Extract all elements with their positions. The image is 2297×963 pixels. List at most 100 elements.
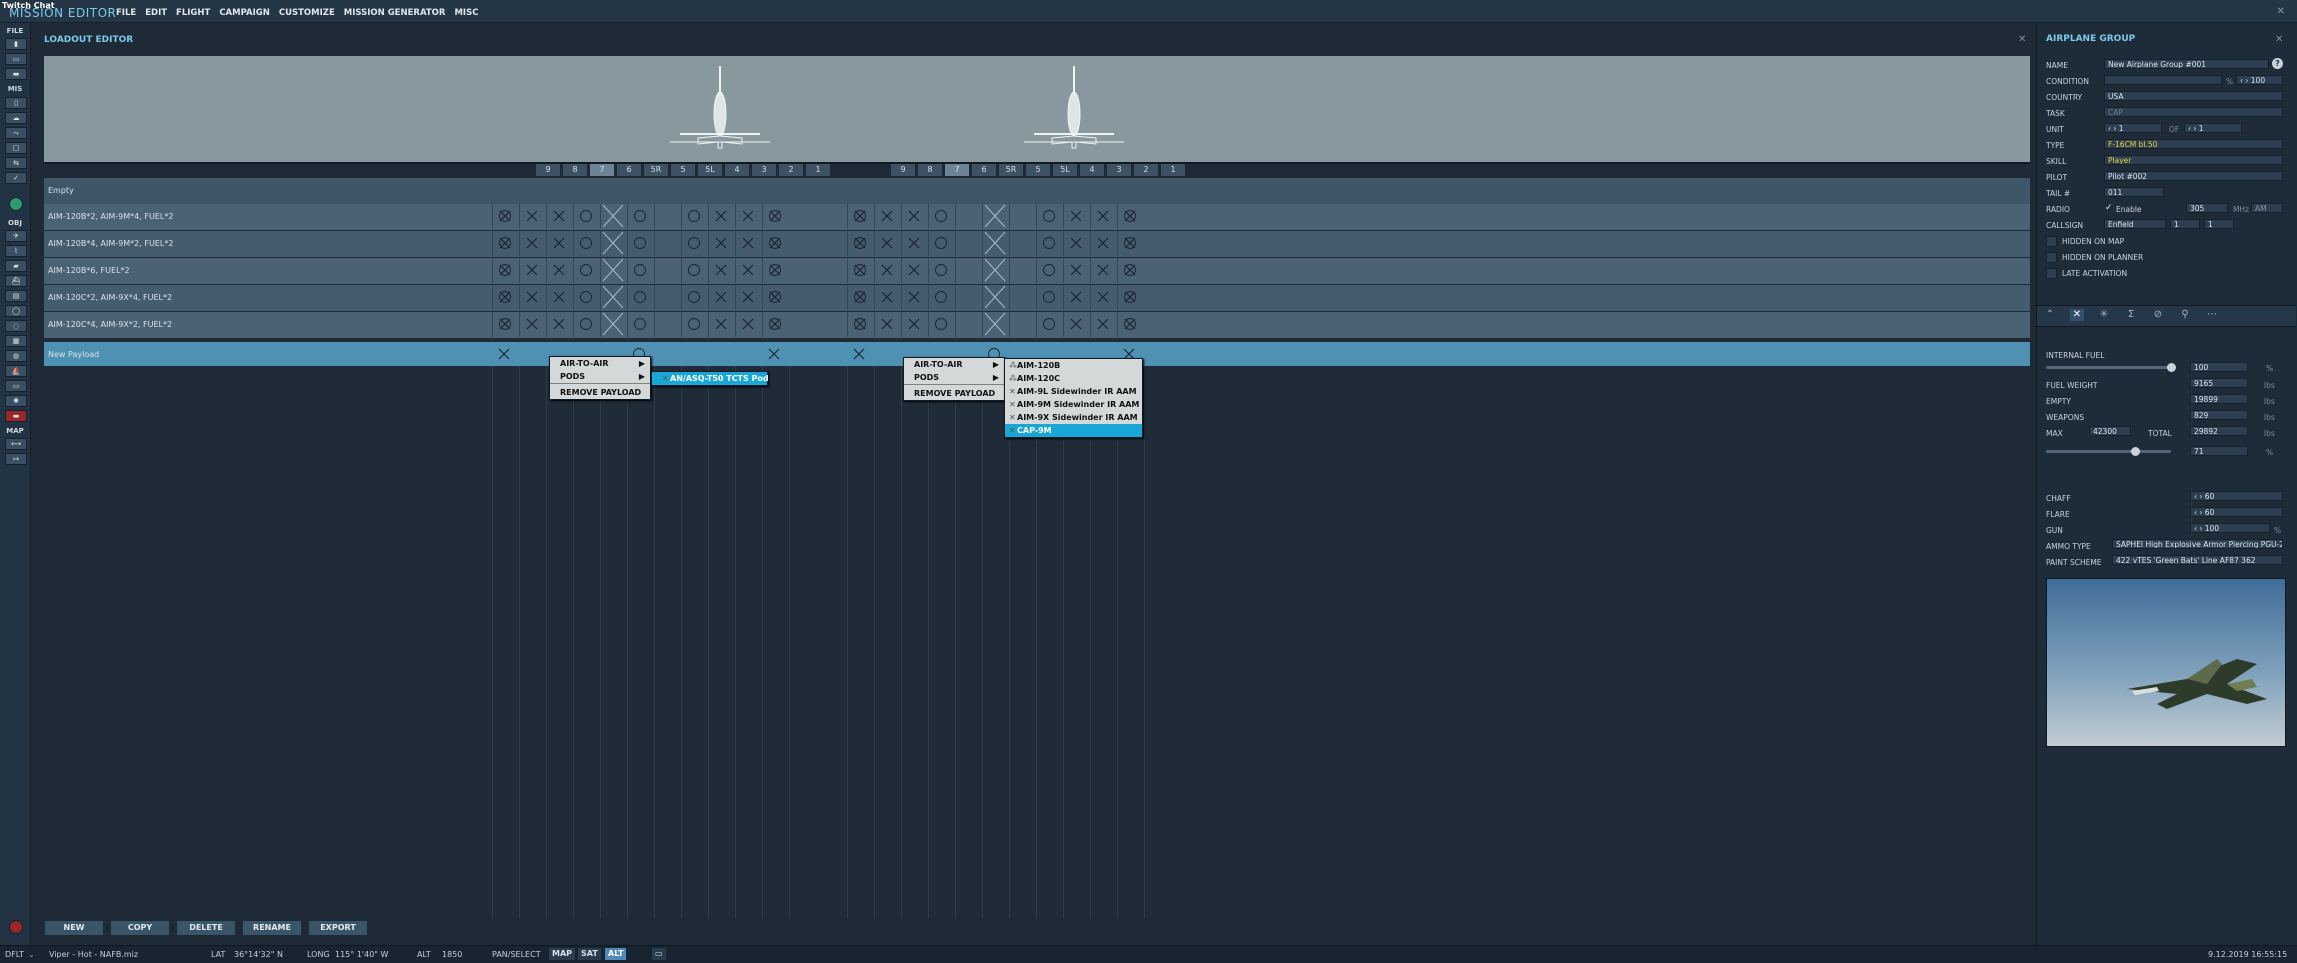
payload-row[interactable]: AIM-120B*2, AIM-9M*4, FUEL*2 — [44, 204, 2030, 230]
station-cell[interactable] — [928, 312, 952, 337]
station-cell[interactable] — [982, 312, 1006, 337]
station-cell[interactable] — [627, 258, 651, 283]
internal-fuel-slider[interactable] — [2046, 366, 2171, 369]
measure-icon[interactable]: ↦ — [5, 453, 27, 465]
menu-mission-generator[interactable]: MISSION GENERATOR — [344, 8, 446, 18]
station-cell[interactable] — [1117, 258, 1141, 283]
station-cell[interactable] — [573, 258, 597, 283]
payload-row[interactable]: AIM-120C*2, AIM-9X*4, FUEL*2 — [44, 285, 2030, 311]
station-cell[interactable] — [874, 312, 898, 337]
trigger-icon[interactable]: ⤳ — [5, 127, 27, 139]
save-icon[interactable]: ▭ — [5, 53, 27, 65]
ship-group-icon[interactable]: ⛵ — [5, 365, 27, 377]
station-cell[interactable] — [681, 312, 705, 337]
close-icon[interactable]: ✕ — [2018, 34, 2026, 45]
open-folder-icon[interactable]: ▮ — [5, 38, 27, 50]
red-flag-icon[interactable]: ▬ — [5, 410, 27, 422]
station-cell[interactable] — [573, 204, 597, 229]
globe-icon[interactable] — [9, 197, 23, 211]
flare-field[interactable]: ‹ › 60 — [2190, 507, 2283, 517]
station-cell[interactable] — [519, 312, 543, 337]
station-cell[interactable] — [928, 285, 952, 310]
station-cell[interactable] — [847, 342, 871, 367]
menu-edit[interactable]: EDIT — [145, 8, 167, 18]
station-cell[interactable] — [573, 312, 597, 337]
stop-icon[interactable] — [9, 920, 23, 934]
station-cell[interactable] — [546, 285, 570, 310]
station-cell[interactable] — [1117, 204, 1141, 229]
menu-item-remove-payload[interactable]: REMOVE PAYLOAD — [904, 387, 1004, 400]
station-cell[interactable] — [546, 231, 570, 256]
menu-file[interactable]: FILE — [116, 8, 136, 18]
station-cell[interactable] — [708, 285, 732, 310]
menu-item-weapon[interactable]: ✕CAP-9M — [1005, 424, 1142, 437]
new-button[interactable]: NEW — [44, 920, 104, 936]
ammo-type-select[interactable]: SAPHEI High Explosive Armor Piercing PGU… — [2112, 539, 2283, 549]
station-cell[interactable] — [1117, 231, 1141, 256]
paint-scheme-select[interactable]: 422 vTES 'Green Bats' Line AF87 362 — [2112, 555, 2283, 565]
station-cell[interactable] — [955, 258, 979, 283]
station-cell[interactable] — [874, 204, 898, 229]
station-cell[interactable] — [762, 342, 786, 367]
station-cell[interactable] — [735, 231, 759, 256]
station-cell[interactable] — [928, 258, 952, 283]
station-cell[interactable] — [1090, 312, 1114, 337]
warehouse-icon[interactable]: ▦ — [5, 335, 27, 347]
sat-button[interactable]: SAT — [578, 948, 601, 960]
weather-icon[interactable]: ☁ — [5, 112, 27, 124]
save-as-icon[interactable]: ▬ — [5, 68, 27, 80]
mode-select[interactable]: DFLT — [5, 950, 24, 959]
station-cell[interactable] — [654, 231, 678, 256]
hidden-on-map-checkbox[interactable] — [2046, 236, 2057, 247]
station-cell[interactable] — [1009, 312, 1033, 337]
menu-misc[interactable]: MISC — [454, 8, 478, 18]
station-cell[interactable] — [1009, 231, 1033, 256]
station-cell[interactable] — [519, 285, 543, 310]
unit-field[interactable]: ‹ › 1 — [2104, 123, 2162, 133]
station-cell[interactable] — [600, 204, 624, 229]
station-cell[interactable] — [681, 204, 705, 229]
menu-item-weapon[interactable]: ✕AIM-9X Sidewinder IR AAM — [1005, 411, 1142, 424]
layer-icon[interactable]: ▭ — [5, 380, 27, 392]
template-icon[interactable]: ◌ — [5, 320, 27, 332]
airplane-icon[interactable]: ✈ — [5, 230, 27, 242]
payload-row[interactable]: AIM-120B*6, FUEL*2 — [44, 258, 2030, 284]
close-icon[interactable]: ✕ — [2275, 34, 2283, 45]
station-cell[interactable] — [762, 285, 786, 310]
station-cell[interactable] — [762, 204, 786, 229]
name-field[interactable]: New Airplane Group #001 — [2104, 59, 2269, 69]
map-button[interactable]: MAP — [549, 948, 576, 960]
unit-of-field[interactable]: ‹ › 1 — [2184, 123, 2242, 133]
internal-fuel-field[interactable]: 100 — [2190, 362, 2248, 372]
station-cell[interactable] — [762, 312, 786, 337]
late-activation-checkbox[interactable] — [2046, 268, 2057, 279]
station-cell[interactable] — [1036, 231, 1060, 256]
station-cell[interactable] — [1117, 312, 1141, 337]
station-cell[interactable] — [1090, 258, 1114, 283]
station-cell[interactable] — [762, 258, 786, 283]
delete-button[interactable]: DELETE — [176, 920, 236, 936]
ship-icon[interactable]: ⛴ — [5, 275, 27, 287]
menu-item-weapon[interactable]: ✕AIM-9L Sidewinder IR AAM — [1005, 385, 1142, 398]
radio-frequency-field[interactable]: 305 — [2186, 203, 2228, 213]
menu-item-weapon[interactable]: ⁂AIM-120B — [1005, 359, 1142, 372]
radio-modulation-select[interactable]: AM — [2251, 203, 2283, 213]
station-cell[interactable] — [573, 231, 597, 256]
station-cell[interactable] — [1009, 204, 1033, 229]
callsign-select[interactable]: Enfield — [2104, 219, 2166, 229]
station-cell[interactable] — [735, 258, 759, 283]
callsign-number-a[interactable]: 1 — [2170, 219, 2200, 229]
condition-field[interactable]: ‹ › 100 — [2236, 75, 2283, 85]
helicopter-icon[interactable]: ⌇ — [5, 245, 27, 257]
station-cell[interactable] — [1063, 285, 1087, 310]
station-cell[interactable] — [982, 231, 1006, 256]
radar-icon[interactable]: ◍ — [5, 350, 27, 362]
skill-select[interactable]: Player — [2104, 155, 2283, 165]
station-cell[interactable] — [928, 231, 952, 256]
station-cell[interactable] — [654, 204, 678, 229]
station-cell[interactable] — [492, 342, 516, 367]
close-icon[interactable]: ✕ — [2277, 6, 2285, 17]
menu-item-weapon[interactable]: ✕AIM-9M Sidewinder IR AAM — [1005, 398, 1142, 411]
station-cell[interactable] — [847, 312, 871, 337]
station-cell[interactable] — [1090, 204, 1114, 229]
